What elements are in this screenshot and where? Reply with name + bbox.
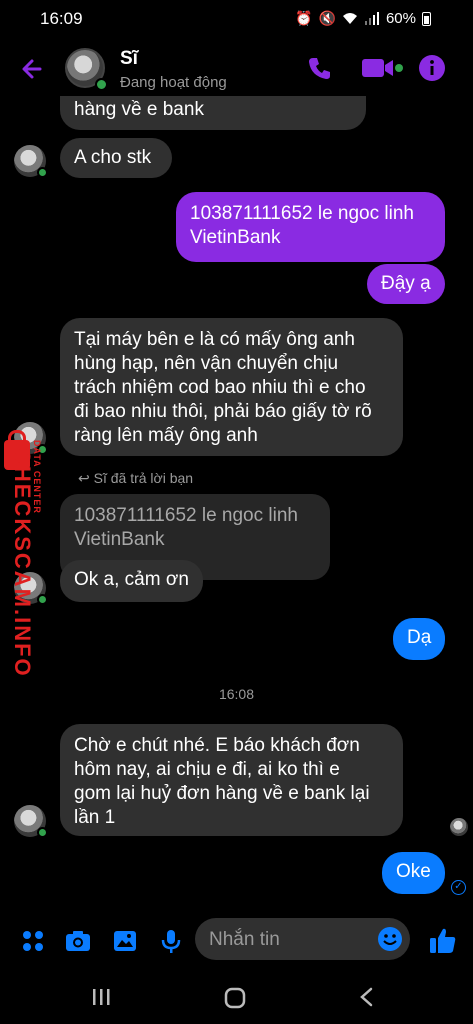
contact-name[interactable]: Sĩ	[120, 48, 138, 70]
message-incoming[interactable]: Ok a, cảm ơn	[60, 560, 203, 602]
status-time: 16:09	[40, 9, 83, 28]
message-composer: Nhắn tin	[0, 912, 473, 968]
back-icon[interactable]	[356, 986, 378, 1008]
info-icon[interactable]	[418, 54, 446, 82]
image-icon[interactable]	[112, 928, 138, 954]
message-incoming[interactable]: A cho stk	[60, 138, 172, 178]
battery-percent: 60%	[385, 10, 416, 27]
video-online-dot	[395, 64, 403, 72]
online-indicator	[95, 78, 108, 91]
contact-status: Đang hoạt động	[120, 74, 227, 91]
emoji-icon[interactable]	[377, 926, 403, 952]
message-outgoing[interactable]: 103871111652 le ngoc linh VietinBank	[176, 192, 445, 262]
contact-avatar-small	[14, 145, 48, 178]
chat-header: Sĩ Đang hoạt động	[0, 40, 473, 100]
home-icon[interactable]	[223, 986, 247, 1010]
contact-avatar-small	[14, 805, 48, 838]
message-incoming[interactable]: Chờ e chút nhé. E báo khách đơn hôm nay,…	[60, 724, 403, 836]
delivered-check-icon: ✓	[451, 880, 466, 895]
mute-icon: 🔇	[318, 10, 336, 26]
microphone-icon[interactable]	[158, 928, 184, 954]
alarm-icon: ⏰	[295, 10, 313, 26]
watermark-title: CHECKSCAM.INFO	[10, 448, 35, 678]
back-arrow-icon[interactable]	[18, 54, 48, 84]
message-outgoing[interactable]: Dạ	[393, 618, 445, 660]
status-icons: ⏰ 🔇 60%	[295, 10, 431, 27]
reply-label: ↩ Sĩ đã trả lời bạn	[78, 470, 194, 486]
recent-apps-icon[interactable]	[90, 986, 112, 1008]
thumbs-up-icon[interactable]	[428, 926, 458, 956]
signal-icon	[364, 12, 379, 25]
camera-icon[interactable]	[65, 928, 91, 954]
system-nav-bar	[0, 976, 473, 1024]
message-incoming[interactable]: hàng về e bank	[60, 96, 366, 130]
menu-dots-icon[interactable]	[20, 928, 46, 954]
message-timestamp: 16:08	[218, 686, 255, 702]
message-input-placeholder: Nhắn tin	[209, 929, 280, 950]
video-camera-icon[interactable]	[360, 54, 400, 82]
wifi-icon	[342, 13, 357, 24]
message-incoming[interactable]: Tại máy bên e là có mấy ông anh hùng hạp…	[60, 318, 403, 456]
watermark: DATA CENTER CHECKSCAM.INFO	[2, 430, 50, 678]
seen-avatar	[450, 818, 468, 836]
message-outgoing[interactable]: Đậy ạ	[367, 264, 445, 304]
battery-icon	[422, 11, 431, 26]
message-input[interactable]: Nhắn tin	[195, 918, 410, 960]
status-bar: 16:09 ⏰ 🔇 60%	[0, 0, 473, 36]
message-outgoing[interactable]: Oke	[382, 852, 445, 894]
phone-icon[interactable]	[306, 54, 334, 82]
